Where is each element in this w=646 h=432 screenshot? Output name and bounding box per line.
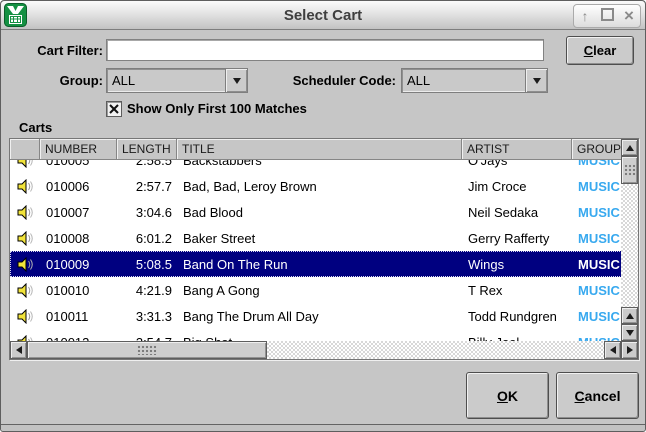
cart-title: Band On The Run — [177, 257, 462, 272]
cart-length: 4:21.9 — [117, 283, 177, 298]
vertical-scrollbar — [621, 139, 638, 341]
table-row[interactable]: 010012 3:54.7 Big Shot Billy Joel MUSIC — [10, 329, 638, 341]
scheduler-dropdown-icon[interactable] — [525, 69, 547, 92]
group-dropdown-icon[interactable] — [225, 69, 247, 92]
horizontal-scroll-thumb[interactable] — [27, 341, 267, 359]
show-only-checkbox-label[interactable]: Show Only First 100 Matches — [127, 101, 307, 116]
table-row[interactable]: 010009 5:08.5 Band On The Run Wings MUSI… — [10, 251, 638, 277]
group-combobox[interactable]: ALL — [106, 68, 248, 93]
maximize-window-icon[interactable] — [598, 6, 616, 26]
cart-rows: 010005 2:58.5 Backstabbers O'Jays MUSIC … — [10, 160, 638, 341]
cart-title: Bang The Drum All Day — [177, 309, 462, 324]
cart-number: 010005 — [40, 160, 117, 168]
cancel-button[interactable]: Cancel — [556, 372, 639, 419]
cart-title: Baker Street — [177, 231, 462, 246]
cart-length: 3:31.3 — [117, 309, 177, 324]
cart-title: Bang A Gong — [177, 283, 462, 298]
close-window-icon[interactable]: × — [620, 6, 638, 26]
cart-title: Backstabbers — [177, 160, 462, 168]
scheduler-code-combobox[interactable]: ALL — [401, 68, 548, 93]
cart-artist: Neil Sedaka — [462, 205, 572, 220]
column-header-icon[interactable] — [10, 139, 40, 160]
group-value: ALL — [107, 73, 225, 88]
window-controls: ↑ × — [573, 4, 641, 28]
carts-table: NUMBER LENGTH TITLE ARTIST GROUP 010005 … — [9, 138, 639, 360]
column-header-length[interactable]: LENGTH — [117, 139, 177, 160]
carts-section-label: Carts — [19, 120, 52, 135]
cart-length: 3:04.6 — [117, 205, 177, 220]
speaker-icon — [10, 257, 40, 272]
table-row[interactable]: 010008 6:01.2 Baker Street Gerry Raffert… — [10, 225, 638, 251]
speaker-icon — [10, 283, 40, 298]
speaker-icon — [10, 231, 40, 246]
speaker-icon — [10, 309, 40, 324]
horizontal-scrollbar — [10, 341, 638, 359]
table-row[interactable]: 010006 2:57.7 Bad, Bad, Leroy Brown Jim … — [10, 173, 638, 199]
cart-number: 010006 — [40, 179, 117, 194]
scroll-left-icon[interactable] — [10, 341, 27, 359]
show-only-checkbox[interactable] — [106, 101, 122, 117]
scroll-left-icon-right-end[interactable] — [604, 341, 621, 359]
scroll-down-icon[interactable] — [621, 324, 638, 341]
scheduler-code-value: ALL — [402, 73, 525, 88]
cart-length: 2:57.7 — [117, 179, 177, 194]
cart-title: Bad Blood — [177, 205, 462, 220]
checkmark-x-icon — [109, 104, 119, 114]
window-resize-edge[interactable] — [1, 424, 645, 431]
cart-artist: Gerry Rafferty — [462, 231, 572, 246]
column-header-number[interactable]: NUMBER — [40, 139, 117, 160]
cart-length: 2:58.5 — [117, 160, 177, 168]
cart-artist: Todd Rundgren — [462, 309, 572, 324]
table-row[interactable]: 010010 4:21.9 Bang A Gong T Rex MUSIC — [10, 277, 638, 303]
shade-window-icon[interactable]: ↑ — [576, 6, 594, 26]
cart-title: Bad, Bad, Leroy Brown — [177, 179, 462, 194]
speaker-icon — [10, 205, 40, 220]
cart-filter-input[interactable] — [106, 39, 544, 61]
vertical-scroll-thumb[interactable] — [621, 156, 638, 184]
column-header-title[interactable]: TITLE — [177, 139, 462, 160]
table-row[interactable]: 010005 2:58.5 Backstabbers O'Jays MUSIC — [10, 160, 638, 173]
scroll-up-icon-bottom[interactable] — [621, 307, 638, 324]
titlebar: Select Cart ↑ × — [1, 1, 645, 30]
vertical-scroll-track[interactable] — [621, 184, 638, 307]
cart-number: 010010 — [40, 283, 117, 298]
table-row[interactable]: 010011 3:31.3 Bang The Drum All Day Todd… — [10, 303, 638, 329]
cart-filter-label: Cart Filter: — [25, 43, 103, 58]
scheduler-code-label: Scheduler Code: — [256, 73, 396, 88]
scroll-up-icon[interactable] — [621, 139, 638, 156]
clear-button[interactable]: Clear — [566, 36, 634, 65]
cart-length: 6:01.2 — [117, 231, 177, 246]
column-header-artist[interactable]: ARTIST — [462, 139, 572, 160]
cart-artist: O'Jays — [462, 160, 572, 168]
horizontal-scroll-track[interactable] — [267, 341, 604, 359]
select-cart-dialog: Select Cart ↑ × Cart Filter: Clear Group… — [0, 0, 646, 432]
cart-number: 010008 — [40, 231, 117, 246]
cart-artist: T Rex — [462, 283, 572, 298]
group-label: Group: — [21, 73, 103, 88]
cart-number: 010011 — [40, 309, 117, 324]
cart-artist: Wings — [462, 257, 572, 272]
table-row[interactable]: 010007 3:04.6 Bad Blood Neil Sedaka MUSI… — [10, 199, 638, 225]
window-title: Select Cart — [1, 7, 645, 24]
cart-length: 5:08.5 — [117, 257, 177, 272]
cart-number: 010007 — [40, 205, 117, 220]
carts-table-header: NUMBER LENGTH TITLE ARTIST GROUP — [10, 139, 638, 160]
scroll-right-icon[interactable] — [621, 341, 638, 359]
speaker-icon — [10, 160, 40, 168]
speaker-icon — [10, 179, 40, 194]
cart-artist: Jim Croce — [462, 179, 572, 194]
cart-number: 010009 — [40, 257, 117, 272]
ok-button[interactable]: OK — [466, 372, 549, 419]
